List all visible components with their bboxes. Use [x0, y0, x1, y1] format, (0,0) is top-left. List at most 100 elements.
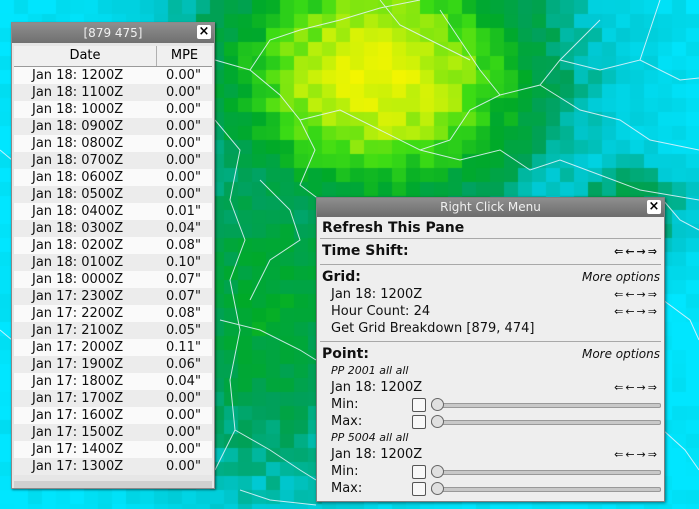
table-row[interactable]: Jan 17: 1900Z 0.06" [14, 356, 212, 373]
row-date: Jan 17: 1700Z [32, 391, 124, 406]
refresh-pane-button[interactable]: Refresh This Pane [317, 217, 664, 238]
min-slider-track[interactable] [431, 403, 661, 408]
row-date: Jan 18: 1100Z [32, 85, 124, 100]
hour-count: Hour Count: 24 [331, 304, 431, 319]
menu-titlebar[interactable]: Right Click Menu × [317, 198, 664, 217]
max-checkbox[interactable] [412, 415, 426, 429]
table-row[interactable]: Jan 17: 1500Z 0.00" [14, 424, 212, 441]
row-mpe: 0.08" [166, 238, 201, 253]
hour-count-arrows-icon[interactable]: ⇐←→⇒ [614, 303, 659, 320]
table-window-title: [879 475] [83, 26, 143, 40]
time-shift-row: Time Shift: ⇐←→⇒ [317, 243, 664, 260]
column-header-mpe[interactable]: MPE [157, 46, 212, 66]
row-mpe: 0.10" [166, 255, 201, 270]
county-border [439, 9, 501, 96]
table-row[interactable]: Jan 18: 0500Z 0.00" [14, 186, 212, 203]
horizontal-scrollbar[interactable] [14, 481, 212, 488]
min-slider-handle[interactable] [431, 465, 444, 478]
row-mpe: 0.04" [166, 374, 201, 389]
table-row[interactable]: Jan 17: 2000Z 0.11" [14, 339, 212, 356]
row-date: Jan 17: 1800Z [32, 374, 124, 389]
table-row[interactable]: Jan 17: 1400Z 0.00" [14, 441, 212, 458]
max-checkbox[interactable] [412, 482, 426, 496]
min-checkbox[interactable] [412, 398, 426, 412]
min-slider-track[interactable] [431, 470, 661, 475]
table-row[interactable]: Jan 18: 0100Z 0.10" [14, 254, 212, 271]
grid-label: Grid: [322, 269, 361, 285]
max-slider-handle[interactable] [431, 415, 444, 428]
row-mpe: 0.00" [166, 459, 201, 474]
time-shift-arrows-icon[interactable]: ⇐←→⇒ [614, 243, 659, 260]
table-row[interactable]: Jan 17: 1800Z 0.04" [14, 373, 212, 390]
table-window-titlebar[interactable]: [879 475] × [12, 23, 214, 43]
grid-more-options-link[interactable]: More options [582, 269, 660, 286]
table-row[interactable]: Jan 17: 2200Z 0.08" [14, 305, 212, 322]
min-slider-handle[interactable] [431, 398, 444, 411]
row-date: Jan 18: 0900Z [32, 119, 124, 134]
pp-5004-arrows-icon[interactable]: ⇐←→⇒ [614, 446, 659, 463]
max-slider-track[interactable] [431, 487, 661, 492]
row-mpe: 0.07" [166, 289, 201, 304]
min-label: Min: [331, 397, 359, 412]
max-label: Max: [331, 414, 363, 429]
row-mpe: 0.00" [166, 408, 201, 423]
max-slider-track[interactable] [431, 420, 661, 425]
pp-5004-min-row: Min: [317, 463, 664, 480]
pp-2001-arrows-icon[interactable]: ⇐←→⇒ [614, 379, 659, 396]
table-row[interactable]: Jan 17: 1600Z 0.00" [14, 407, 212, 424]
column-header-date[interactable]: Date [14, 46, 157, 66]
row-mpe: 0.00" [166, 102, 201, 117]
county-border [419, 149, 699, 201]
pp-2001-max-row: Max: [317, 413, 664, 430]
row-mpe: 0.00" [166, 187, 201, 202]
grid-time-arrows-icon[interactable]: ⇐←→⇒ [614, 286, 659, 303]
row-date: Jan 18: 0600Z [32, 170, 124, 185]
county-border [639, 0, 661, 61]
grid-time: Jan 18: 1200Z [331, 287, 423, 302]
table-row[interactable]: Jan 17: 1700Z 0.00" [14, 390, 212, 407]
table-row[interactable]: Jan 18: 0900Z 0.00" [14, 118, 212, 135]
row-date: Jan 18: 0500Z [32, 187, 124, 202]
row-mpe: 0.04" [166, 221, 201, 236]
row-mpe: 0.00" [166, 119, 201, 134]
pp-5004-label: PP 5004 all all [331, 431, 409, 444]
table-row[interactable]: Jan 18: 0200Z 0.08" [14, 237, 212, 254]
mpe-table-window: [879 475] × Date MPE Jan 18: 1200Z 0.00" J… [11, 22, 215, 489]
row-mpe: 0.00" [166, 68, 201, 83]
table-row[interactable]: Jan 17: 2100Z 0.05" [14, 322, 212, 339]
row-mpe: 0.05" [166, 323, 201, 338]
row-mpe: 0.01" [166, 204, 201, 219]
point-section-header: Point: More options [317, 346, 664, 363]
table-row[interactable]: Jan 18: 0000Z 0.07" [14, 271, 212, 288]
row-date: Jan 17: 1600Z [32, 408, 124, 423]
table-row[interactable]: Jan 17: 1300Z 0.00" [14, 458, 212, 475]
separator [320, 264, 661, 265]
hour-count-row: Hour Count: 24 ⇐←→⇒ [317, 303, 664, 320]
table-row[interactable]: Jan 18: 0800Z 0.00" [14, 135, 212, 152]
grid-breakdown-button[interactable]: Get Grid Breakdown [879, 474] [317, 320, 664, 337]
county-border [234, 429, 317, 481]
right-click-menu: Right Click Menu × Refresh This Pane Tim… [316, 197, 665, 502]
county-border [299, 109, 451, 151]
point-more-options-link[interactable]: More options [582, 346, 660, 363]
row-mpe: 0.08" [166, 306, 201, 321]
table-header: Date MPE [14, 46, 212, 67]
row-mpe: 0.00" [166, 170, 201, 185]
table-row[interactable]: Jan 18: 0600Z 0.00" [14, 169, 212, 186]
county-border [662, 299, 699, 341]
time-shift-label: Time Shift: [322, 243, 409, 259]
min-checkbox[interactable] [412, 465, 426, 479]
close-icon[interactable]: × [197, 25, 211, 39]
table-row[interactable]: Jan 18: 1200Z 0.00" [14, 67, 212, 84]
table-row[interactable]: Jan 18: 0300Z 0.04" [14, 220, 212, 237]
county-border [539, 84, 699, 151]
max-slider-handle[interactable] [431, 482, 444, 495]
county-border [379, 0, 471, 61]
row-date: Jan 18: 0800Z [32, 136, 124, 151]
table-row[interactable]: Jan 18: 0700Z 0.00" [14, 152, 212, 169]
table-row[interactable]: Jan 18: 0400Z 0.01" [14, 203, 212, 220]
table-row[interactable]: Jan 18: 1100Z 0.00" [14, 84, 212, 101]
table-row[interactable]: Jan 18: 1000Z 0.00" [14, 101, 212, 118]
table-row[interactable]: Jan 17: 2300Z 0.07" [14, 288, 212, 305]
close-icon[interactable]: × [647, 200, 661, 214]
